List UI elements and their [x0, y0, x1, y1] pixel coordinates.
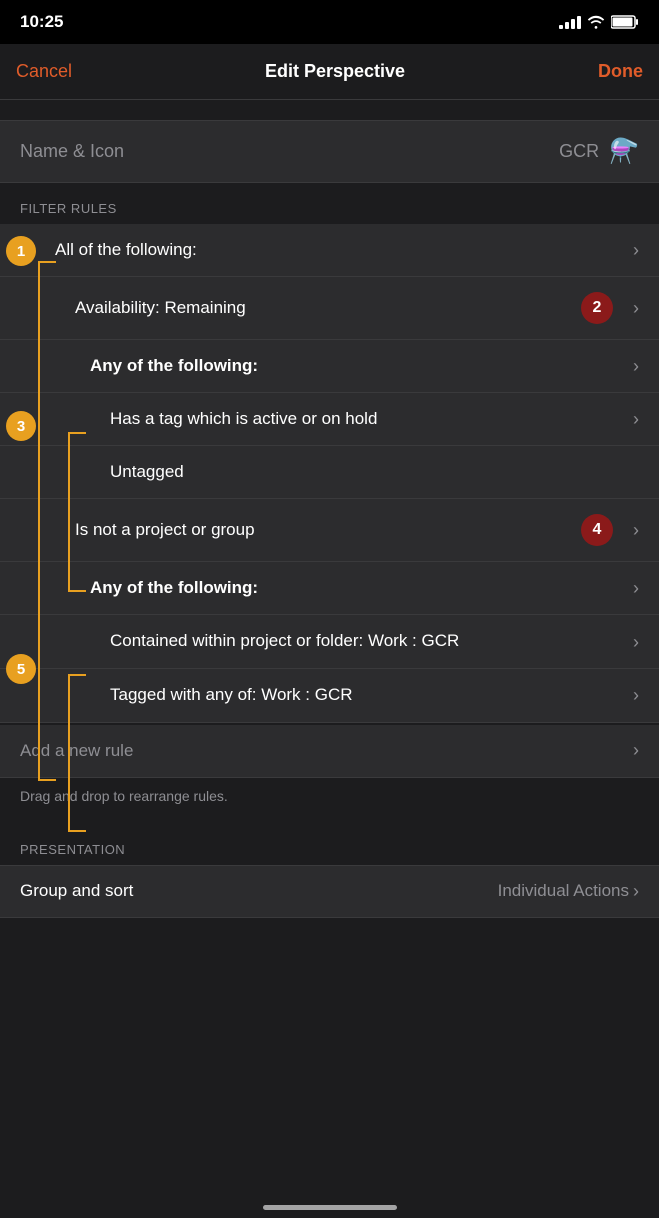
wifi-icon	[587, 15, 605, 29]
rule-has-tag[interactable]: Has a tag which is active or on hold ›	[0, 393, 659, 446]
status-icons	[559, 15, 639, 29]
group-sort-row[interactable]: Group and sort Individual Actions ›	[0, 865, 659, 918]
rules-wrapper: 1 All of the following: › Availability: …	[0, 224, 659, 723]
badge-2: 2	[581, 292, 613, 324]
chevron-icon-3: ›	[633, 356, 639, 377]
rule-text-5: Untagged	[110, 461, 639, 483]
done-button[interactable]: Done	[598, 61, 643, 82]
annotation-1: 1	[6, 236, 36, 266]
rule-text-3: Any of the following:	[90, 355, 625, 377]
home-bar	[263, 1205, 397, 1210]
presentation-header: PRESENTATION	[0, 824, 659, 865]
rule-not-project[interactable]: Is not a project or group 4 ›	[0, 499, 659, 562]
annotation-5: 5	[6, 654, 36, 684]
rule-text-7: Any of the following:	[90, 577, 625, 599]
flask-icon: ⚗️	[609, 137, 639, 166]
rule-all-following[interactable]: All of the following: ›	[0, 224, 659, 277]
group-sort-value-text: Individual Actions	[498, 881, 629, 901]
content-area: Name & Icon GCR ⚗️ FILTER RULES 1 All of…	[0, 120, 659, 918]
chevron-icon-7: ›	[633, 578, 639, 599]
chevron-icon-6: ›	[633, 520, 639, 541]
add-rule-row[interactable]: Add a new rule ›	[0, 725, 659, 778]
status-bar: 10:25	[0, 0, 659, 44]
annotation-3: 3	[6, 411, 36, 441]
rule-untagged[interactable]: Untagged	[0, 446, 659, 499]
presentation-section: PRESENTATION Group and sort Individual A…	[0, 824, 659, 918]
chevron-group-sort: ›	[633, 881, 639, 902]
rule-any-following-1[interactable]: Any of the following: ›	[0, 340, 659, 393]
chevron-icon-8: ›	[633, 632, 639, 653]
rule-availability[interactable]: Availability: Remaining 2 ›	[0, 277, 659, 340]
group-sort-value: Individual Actions ›	[498, 881, 639, 902]
chevron-icon-2: ›	[633, 298, 639, 319]
name-value: GCR	[559, 141, 599, 162]
add-rule-label: Add a new rule	[20, 740, 625, 762]
rule-text-6: Is not a project or group	[75, 519, 581, 541]
chevron-icon-4: ›	[633, 409, 639, 430]
name-icon-label: Name & Icon	[20, 141, 124, 162]
filter-rules-header: FILTER RULES	[0, 183, 659, 224]
battery-icon	[611, 15, 639, 29]
status-time: 10:25	[20, 12, 63, 32]
cancel-button[interactable]: Cancel	[16, 61, 72, 82]
badge-4: 4	[581, 514, 613, 546]
chevron-icon-1: ›	[633, 240, 639, 261]
name-icon-row[interactable]: Name & Icon GCR ⚗️	[0, 120, 659, 183]
name-value-group: GCR ⚗️	[559, 137, 639, 166]
group-sort-label: Group and sort	[20, 881, 133, 901]
rule-text-8: Contained within project or folder: Work…	[110, 630, 625, 652]
drag-hint: Drag and drop to rearrange rules.	[0, 778, 659, 814]
rule-text-9: Tagged with any of: Work : GCR	[110, 684, 625, 706]
rule-contained[interactable]: Contained within project or folder: Work…	[0, 615, 659, 669]
rule-text-4: Has a tag which is active or on hold	[110, 408, 625, 430]
nav-bar: Cancel Edit Perspective Done	[0, 44, 659, 100]
rule-text-1: All of the following:	[55, 239, 625, 261]
filter-rules-section: FILTER RULES 1 All of the following: › A…	[0, 183, 659, 814]
chevron-icon-9: ›	[633, 685, 639, 706]
chevron-add-rule: ›	[633, 740, 639, 761]
page-title: Edit Perspective	[265, 61, 405, 82]
rule-any-following-2[interactable]: Any of the following: ›	[0, 562, 659, 615]
signal-bars-icon	[559, 16, 581, 29]
rule-tagged-with[interactable]: Tagged with any of: Work : GCR ›	[0, 669, 659, 722]
rule-text-2: Availability: Remaining	[75, 297, 581, 319]
